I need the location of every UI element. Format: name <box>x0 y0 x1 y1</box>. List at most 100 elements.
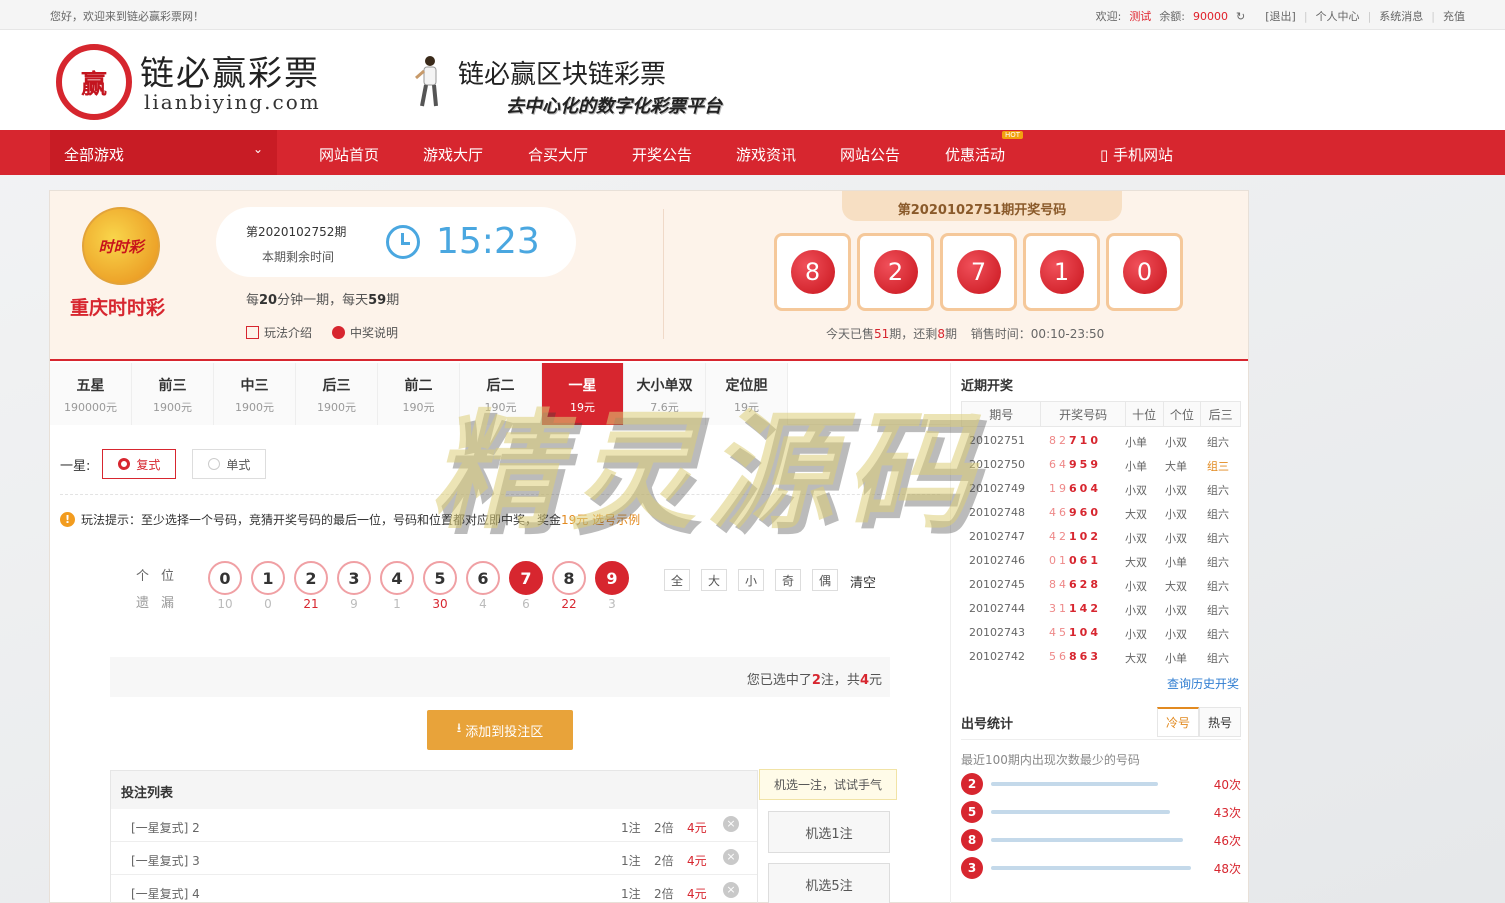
tab-back-three[interactable]: 后三 1900元 <box>296 363 378 425</box>
quick-small-button[interactable]: 小 <box>738 569 764 591</box>
tab-big-small-odd-even[interactable]: 大小单双 7.6元 <box>624 363 706 425</box>
summary-text: 您已选中了 <box>746 673 812 688</box>
digit-ball-4[interactable]: 4 <box>380 561 414 595</box>
digit-ball-1[interactable]: 1 <box>251 561 285 595</box>
nav-item-game-hall[interactable]: 游戏大厅 <box>423 144 483 165</box>
tab-prize: 7.6元 <box>650 401 679 414</box>
sold-count: 51 <box>874 327 890 341</box>
draw-ball: 1 <box>1039 250 1084 294</box>
tab-prize: 1900元 <box>235 401 274 414</box>
rules-link[interactable]: 玩法介绍 <box>246 324 312 341</box>
draw-digit: 9 <box>1090 458 1101 471</box>
nav-item-group-buy[interactable]: 合买大厅 <box>528 144 588 165</box>
recent-one: 大双 <box>1165 580 1187 593</box>
bet-amount: 4元 <box>687 821 707 835</box>
random-1-button[interactable]: 机选1注 <box>768 811 890 853</box>
welcome-text: 您好，欢迎来到链必赢彩票网！ <box>50 10 204 23</box>
nav-item-home[interactable]: 网站首页 <box>319 144 379 165</box>
nav-item-site-notice[interactable]: 网站公告 <box>840 144 900 165</box>
tab-front-three[interactable]: 前三 1900元 <box>132 363 214 425</box>
draw-digit: 6 <box>1059 506 1069 519</box>
quick-odd-button[interactable]: 奇 <box>775 569 801 591</box>
draw-frequency: 每20分钟一期，每天59期 <box>246 289 399 308</box>
site-logo[interactable]: 赢 <box>56 44 132 120</box>
quick-big-button[interactable]: 大 <box>701 569 727 591</box>
tab-hot-numbers[interactable]: 热号 <box>1199 707 1241 737</box>
nav-item-mobile[interactable]: ▯ 手机网站 <box>1100 144 1173 165</box>
draw-digit: 0 <box>1090 434 1101 447</box>
rules-label: 玩法介绍 <box>264 326 313 340</box>
tab-position[interactable]: 定位胆 19元 <box>706 363 788 425</box>
download-icon: ⭳ <box>456 721 462 736</box>
draw-numbers: 31142 <box>1049 602 1101 615</box>
digit-ball-5[interactable]: 5 <box>423 561 457 595</box>
stats-title: 出号统计 <box>961 717 1014 732</box>
tab-title: 一星 <box>568 378 597 394</box>
recent-last3: 组六 <box>1207 652 1229 665</box>
close-icon[interactable]: × <box>723 816 739 832</box>
recent-ten: 大双 <box>1125 652 1147 665</box>
all-games-dropdown[interactable]: 全部游戏 ⌄ <box>50 130 277 175</box>
digit-ball-3[interactable]: 3 <box>337 561 371 595</box>
tab-back-two[interactable]: 后二 190元 <box>460 363 542 425</box>
refresh-icon[interactable]: ↻ <box>1236 10 1245 23</box>
digit-ball-2[interactable]: 2 <box>294 561 328 595</box>
personal-center-link[interactable]: 个人中心 <box>1316 8 1360 24</box>
digit-ball-0[interactable]: 0 <box>208 561 242 595</box>
stat-bar <box>991 838 1183 842</box>
history-link[interactable]: 查询历史开奖 <box>1167 675 1239 692</box>
column-header: 个位 <box>1164 402 1202 426</box>
logout-link[interactable]: [退出] <box>1265 8 1296 24</box>
recent-one: 大单 <box>1165 460 1187 473</box>
tab-middle-three[interactable]: 中三 1900元 <box>214 363 296 425</box>
draw-digit: 0 <box>1049 554 1059 567</box>
tab-cold-numbers[interactable]: 冷号 <box>1157 707 1199 737</box>
digit-ball-8[interactable]: 8 <box>552 561 586 595</box>
bet-row: [一星复式] 4 1注 2倍 4元 × <box>111 875 757 903</box>
system-messages-link[interactable]: 系统消息 <box>1379 8 1423 24</box>
nav-item-promotions[interactable]: 优惠活动 <box>945 144 1005 165</box>
recent-one: 小双 <box>1165 532 1187 545</box>
close-icon[interactable]: × <box>723 849 739 865</box>
tab-title: 后二 <box>486 378 515 394</box>
prize-link[interactable]: 中奖说明 <box>332 324 398 341</box>
warning-icon: ! <box>60 512 75 527</box>
recent-ten: 小双 <box>1125 484 1147 497</box>
question-icon <box>332 326 346 339</box>
clear-button[interactable]: 清空 <box>850 572 876 591</box>
draw-digit: 0 <box>1079 482 1091 495</box>
draw-numbers: 46960 <box>1049 506 1101 519</box>
main-nav: 全部游戏 ⌄ 网站首页 游戏大厅 合买大厅 开奖公告 游戏资讯 网站公告 优惠活… <box>0 130 1505 175</box>
draw-digit: 8 <box>1090 578 1101 591</box>
miss-count: 9 <box>350 597 358 611</box>
quick-even-button[interactable]: 偶 <box>812 569 838 591</box>
digit-ball-7[interactable]: 7 <box>509 561 543 595</box>
example-link[interactable]: 选号示例 <box>592 513 640 527</box>
mode-danshi-radio[interactable]: 单式 <box>192 449 267 479</box>
recent-last3: 组三 <box>1207 460 1229 473</box>
recent-ten: 小双 <box>1125 580 1147 593</box>
recent-row: 20102747 42102 小双 小双 组六 <box>961 525 1241 549</box>
mode-label: 一星: <box>60 458 91 474</box>
recent-draws-title: 近期开奖 <box>961 379 1014 394</box>
recent-one: 小双 <box>1165 436 1187 449</box>
tab-front-two[interactable]: 前二 190元 <box>378 363 460 425</box>
mode-fushi-radio[interactable]: 复式 <box>102 449 177 479</box>
add-to-bet-button[interactable]: ⭳ 添加到投注区 <box>427 710 573 750</box>
digit-ball-6[interactable]: 6 <box>466 561 500 595</box>
nav-item-game-news[interactable]: 游戏资讯 <box>736 144 796 165</box>
nav-item-draw-notice[interactable]: 开奖公告 <box>632 144 692 165</box>
tab-one-star[interactable]: 一星 19元 <box>542 363 624 425</box>
recharge-link[interactable]: 充值 <box>1443 8 1465 24</box>
close-icon[interactable]: × <box>723 882 739 898</box>
summary-amount: 4 <box>859 673 869 688</box>
recent-one: 小双 <box>1165 508 1187 521</box>
recent-one: 小双 <box>1165 628 1187 641</box>
username-link[interactable]: 测试 <box>1129 8 1151 24</box>
digit-ball-9[interactable]: 9 <box>595 561 629 595</box>
random-5-button[interactable]: 机选5注 <box>768 863 890 903</box>
divider <box>663 209 664 339</box>
quick-all-button[interactable]: 全 <box>664 569 690 591</box>
tab-five-star[interactable]: 五星 190000元 <box>50 363 132 425</box>
tab-prize: 190元 <box>484 401 517 414</box>
